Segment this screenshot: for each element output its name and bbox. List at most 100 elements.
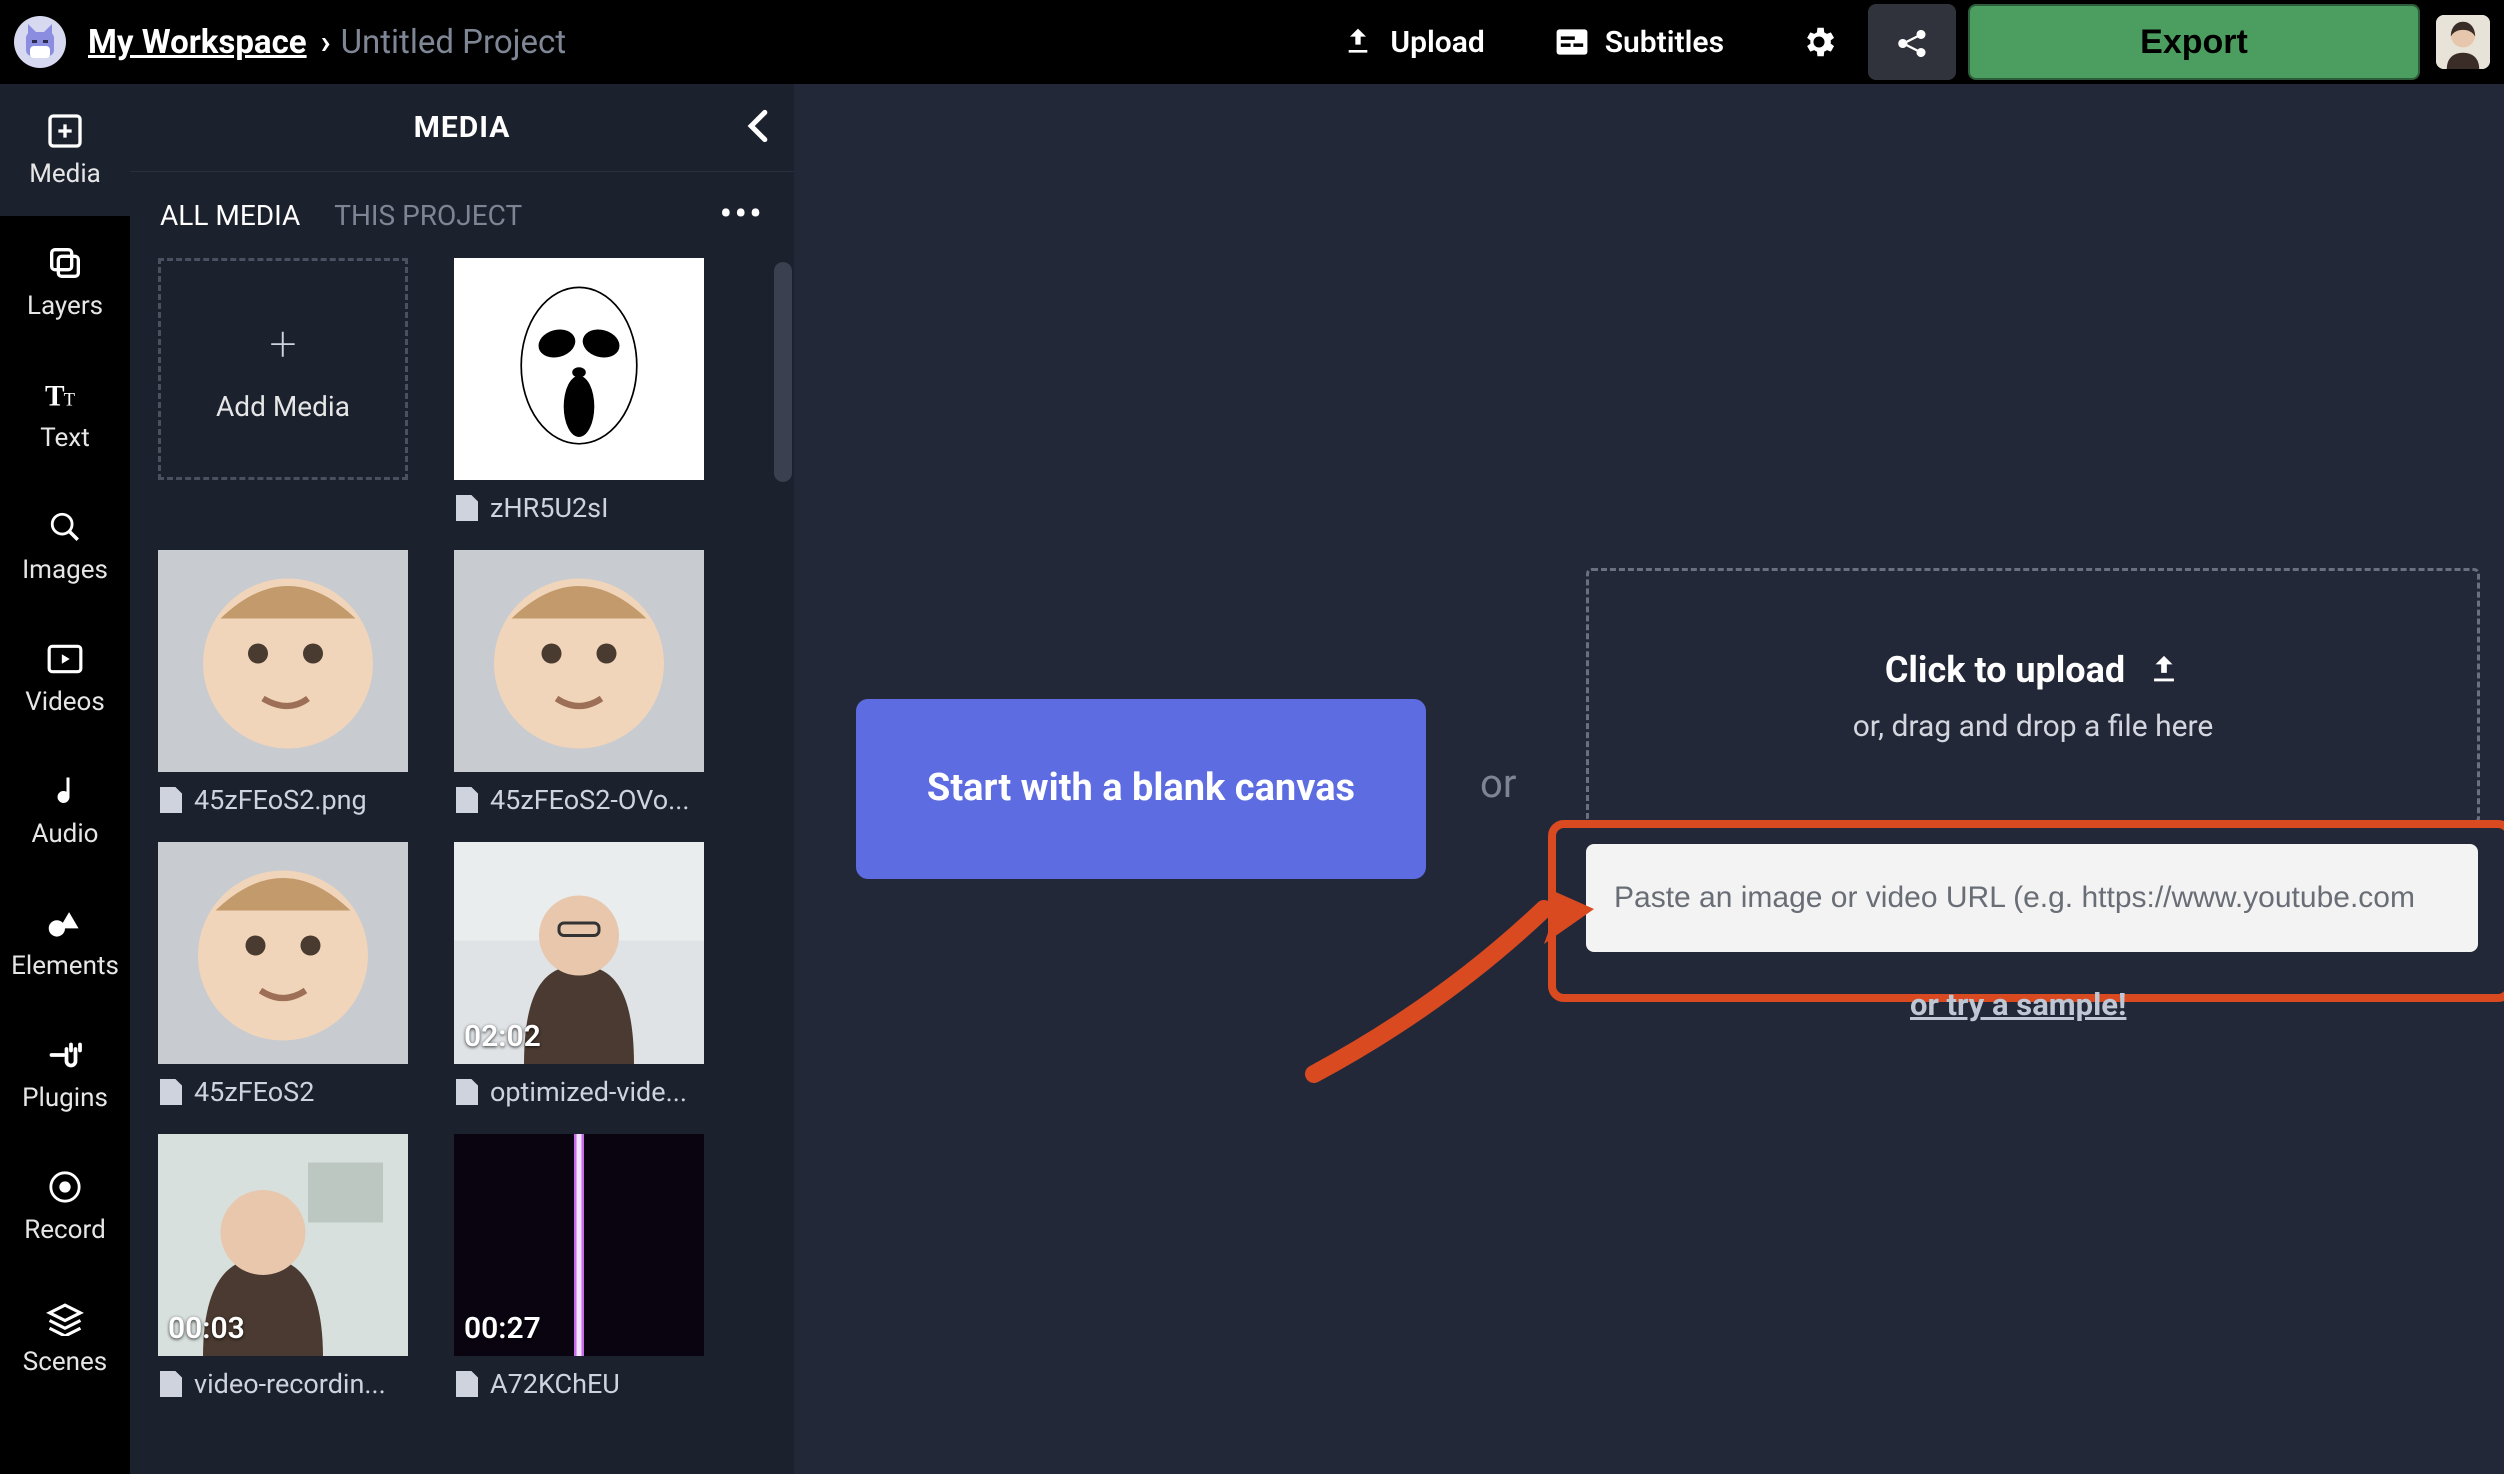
media-duration: 02:02 <box>464 1019 541 1054</box>
gear-icon <box>1800 23 1838 61</box>
rail-text-label: Text <box>40 423 89 453</box>
file-icon <box>160 787 182 813</box>
media-item-name: optimized-vide... <box>490 1076 687 1108</box>
media-panel: MEDIA ALL MEDIA THIS PROJECT ••• + Add M… <box>130 84 794 1474</box>
media-panel-title: MEDIA <box>414 110 511 145</box>
rail-scenes-label: Scenes <box>23 1347 107 1377</box>
media-item[interactable]: 45zFEoS2 <box>158 842 408 1126</box>
rail-videos[interactable]: Videos <box>0 612 130 744</box>
project-name[interactable]: Untitled Project <box>341 23 567 62</box>
upload-subtitle: or, drag and drop a file here <box>1853 709 2214 744</box>
upload-title-text: Click to upload <box>1885 649 2125 691</box>
chevron-left-icon <box>744 109 772 143</box>
tab-this-project[interactable]: THIS PROJECT <box>334 199 522 232</box>
start-blank-canvas-button[interactable]: Start with a blank canvas <box>856 699 1426 879</box>
media-item-name: zHR5U2sI <box>490 492 608 524</box>
share-icon <box>1894 24 1930 60</box>
rail-media[interactable]: Media <box>0 84 130 216</box>
thumb-graphic <box>158 842 408 1064</box>
plug-icon <box>45 1035 85 1075</box>
media-grid: + Add Media . <box>158 258 770 1418</box>
rail-record[interactable]: Record <box>0 1140 130 1272</box>
rail-plugins[interactable]: Plugins <box>0 1008 130 1140</box>
thumb-graphic <box>454 550 704 772</box>
media-item[interactable]: 02:02 optimized-vide... <box>454 842 704 1126</box>
cat-logo-icon <box>20 22 60 62</box>
workspace-link[interactable]: My Workspace <box>88 23 307 62</box>
media-item[interactable]: 45zFEoS2-OVo... <box>454 550 704 834</box>
app-logo[interactable] <box>14 16 66 68</box>
rail-media-label: Media <box>29 159 101 189</box>
file-icon <box>160 1371 182 1397</box>
tab-all-media[interactable]: ALL MEDIA <box>160 199 300 232</box>
subtitles-action[interactable]: Subtitles <box>1555 25 1724 60</box>
share-button[interactable] <box>1868 4 1956 80</box>
file-icon <box>456 1371 478 1397</box>
rail-layers[interactable]: Layers <box>0 216 130 348</box>
or-divider-text: or <box>1480 760 1516 807</box>
rail-elements[interactable]: Elements <box>0 876 130 1008</box>
rail-scenes[interactable]: Scenes <box>0 1272 130 1404</box>
upload-icon <box>1342 26 1374 58</box>
thumb-graphic <box>494 264 664 474</box>
media-duration: 00:03 <box>168 1311 245 1346</box>
layers-icon <box>45 243 85 283</box>
media-item-name: 45zFEoS2 <box>194 1076 314 1108</box>
rail-record-label: Record <box>24 1215 105 1245</box>
media-item[interactable]: 00:27 A72KChEU <box>454 1134 704 1418</box>
topbar: My Workspace › Untitled Project Upload S… <box>0 0 2504 84</box>
media-panel-header: MEDIA <box>130 84 794 172</box>
subtitles-icon <box>1555 28 1589 56</box>
user-avatar[interactable] <box>2436 15 2490 69</box>
svg-text:T: T <box>64 390 76 411</box>
file-icon <box>160 1079 182 1105</box>
upload-action[interactable]: Upload <box>1342 25 1484 60</box>
record-icon <box>45 1167 85 1207</box>
media-item-name: video-recordin... <box>194 1368 386 1400</box>
shapes-icon <box>45 903 85 943</box>
breadcrumb-separator: › <box>321 23 331 62</box>
rail-images[interactable]: Images <box>0 480 130 612</box>
add-media-label: Add Media <box>216 390 350 423</box>
export-button[interactable]: Export <box>1968 4 2420 80</box>
media-item[interactable]: 00:03 video-recordin... <box>158 1134 408 1418</box>
collapse-panel-button[interactable] <box>744 109 772 147</box>
media-item[interactable]: zHR5U2sI <box>454 258 704 542</box>
upload-title: Click to upload <box>1885 649 2181 691</box>
svg-text:T: T <box>45 381 65 413</box>
upload-dropzone[interactable]: Click to upload or, drag and drop a file… <box>1586 568 2480 824</box>
plus-icon: + <box>269 315 296 372</box>
media-more-button[interactable]: ••• <box>720 206 764 225</box>
video-icon <box>45 639 85 679</box>
canvas-area: Start with a blank canvas or Click to up… <box>794 84 2504 1474</box>
rail-videos-label: Videos <box>25 687 105 717</box>
file-icon <box>456 787 478 813</box>
rail-images-label: Images <box>22 555 108 585</box>
media-add-icon <box>45 111 85 151</box>
audio-icon <box>45 771 85 811</box>
upload-label: Upload <box>1390 25 1484 60</box>
rail-audio[interactable]: Audio <box>0 744 130 876</box>
media-item-name: 45zFEoS2-OVo... <box>490 784 689 816</box>
file-icon <box>456 1079 478 1105</box>
settings-button[interactable] <box>1794 17 1844 67</box>
media-item-name: 45zFEoS2.png <box>194 784 367 816</box>
rail-layers-label: Layers <box>27 291 103 321</box>
left-rail: Media Layers TT Text Images Videos <box>0 84 130 1474</box>
media-item-name: A72KChEU <box>490 1368 620 1400</box>
media-tabs: ALL MEDIA THIS PROJECT ••• <box>130 172 794 258</box>
media-item[interactable]: 45zFEoS2.png <box>158 550 408 834</box>
rail-elements-label: Elements <box>11 951 119 981</box>
rail-audio-label: Audio <box>32 819 99 849</box>
stack-icon <box>45 1299 85 1339</box>
try-sample-link[interactable]: or try a sample! <box>1910 986 2126 1023</box>
url-input[interactable] <box>1586 844 2478 952</box>
add-media-tile[interactable]: + Add Media . <box>158 258 408 542</box>
rail-text[interactable]: TT Text <box>0 348 130 480</box>
scrollbar-thumb[interactable] <box>774 262 792 482</box>
search-icon <box>45 507 85 547</box>
media-duration: 00:27 <box>464 1311 541 1346</box>
file-icon <box>456 495 478 521</box>
thumb-graphic <box>158 550 408 772</box>
subtitles-label: Subtitles <box>1605 25 1724 60</box>
